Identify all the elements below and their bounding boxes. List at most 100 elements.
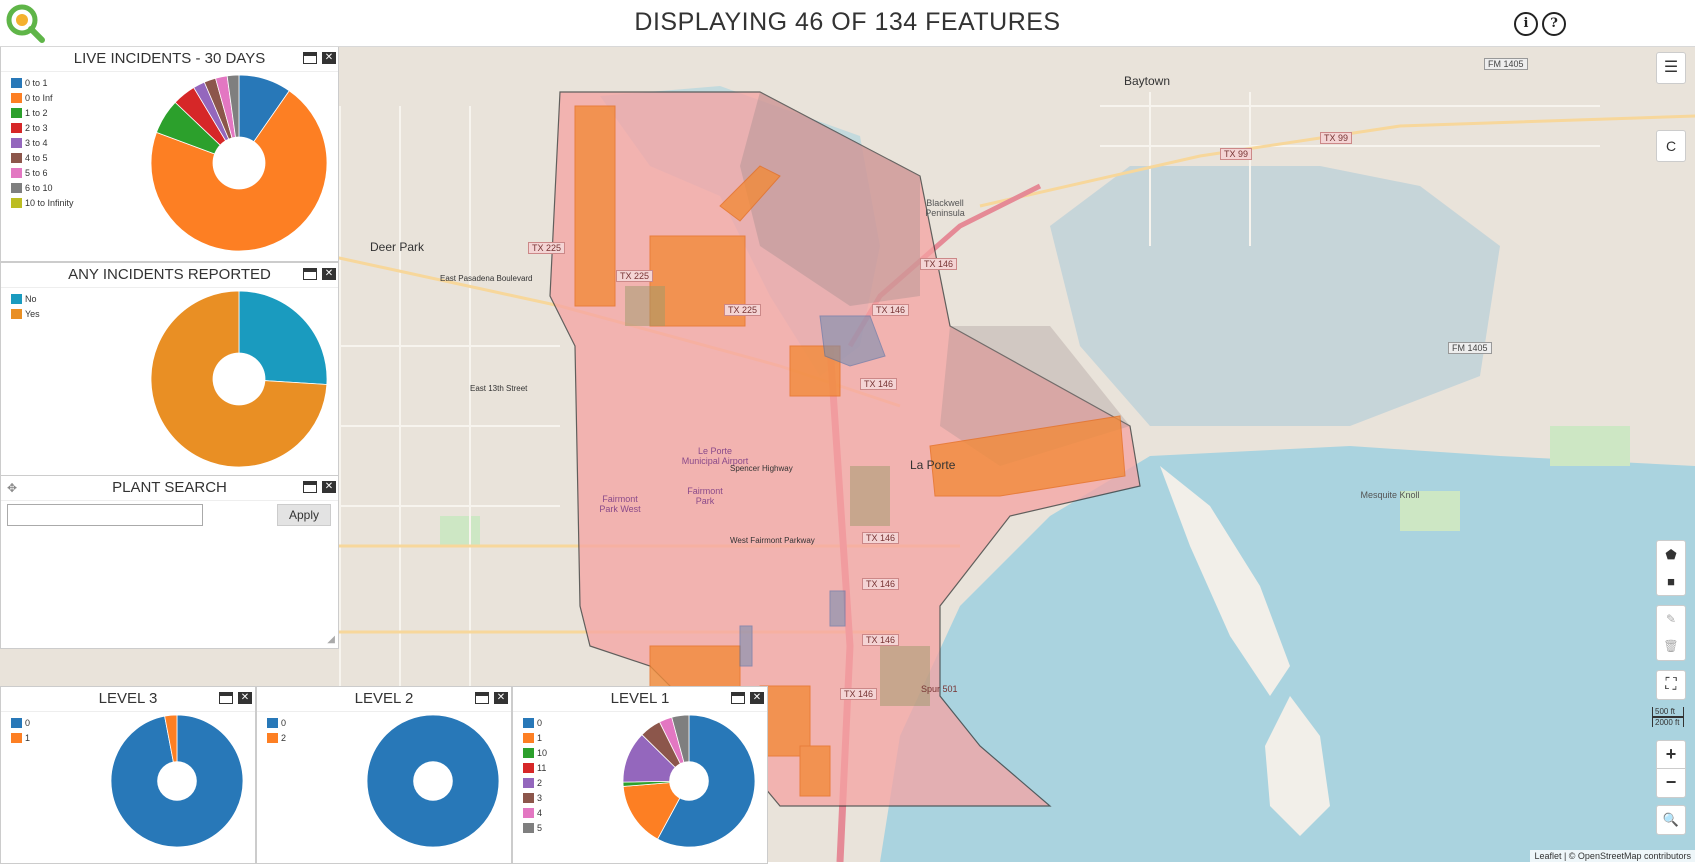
minimize-icon[interactable] xyxy=(303,481,317,493)
legend-item[interactable]: 4 xyxy=(523,805,547,820)
legend-label: 1 xyxy=(25,732,31,743)
panel-title: ANY INCIDENTS REPORTED xyxy=(68,266,271,283)
close-icon[interactable]: ✕ xyxy=(322,268,336,280)
minimize-icon[interactable] xyxy=(219,692,233,704)
zoom-control: + − xyxy=(1656,740,1686,798)
close-icon[interactable]: ✕ xyxy=(322,481,336,493)
legend-label: 0 xyxy=(537,717,543,728)
trash-icon[interactable]: 🗑 xyxy=(1657,633,1685,660)
legend-item[interactable]: 0 xyxy=(267,715,286,730)
legend-item[interactable]: 5 xyxy=(523,820,547,835)
road-label: TX 146 xyxy=(862,532,900,544)
legend-label: 3 to 4 xyxy=(25,137,48,148)
minimize-icon[interactable] xyxy=(731,692,745,704)
legend-item[interactable]: 1 to 2 xyxy=(11,105,74,120)
legend-item[interactable]: 11 xyxy=(523,760,547,775)
legend-item[interactable]: 0 xyxy=(11,715,30,730)
panel-header: LEVEL 1 ✕ xyxy=(513,687,767,712)
legend-item[interactable]: 2 xyxy=(267,730,286,745)
legend-swatch xyxy=(11,197,22,208)
panel-plant-search: ✥ PLANT SEARCH ✕ Apply ◢ xyxy=(0,475,339,649)
c-button[interactable]: C xyxy=(1656,130,1686,162)
edit-icon[interactable]: ✎ xyxy=(1657,606,1685,633)
pie-chart[interactable] xyxy=(149,289,329,469)
chart-legend: 01 xyxy=(11,715,30,745)
road-label: East Pasadena Boulevard xyxy=(440,274,533,283)
zoom-in-button[interactable]: + xyxy=(1657,741,1685,769)
panel-header: LIVE INCIDENTS - 30 DAYS ✕ xyxy=(1,47,338,72)
pie-hole xyxy=(669,761,709,801)
pie-chart[interactable] xyxy=(365,713,501,849)
rectangle-tool-icon[interactable]: ■ xyxy=(1657,568,1685,595)
legend-item[interactable]: No xyxy=(11,291,40,306)
close-icon[interactable]: ✕ xyxy=(322,52,336,64)
legend-swatch xyxy=(11,717,22,728)
minimize-icon[interactable] xyxy=(303,268,317,280)
header-bar: DISPLAYING 46 OF 134 FEATURES i ? xyxy=(0,0,1695,47)
minimize-icon[interactable] xyxy=(475,692,489,704)
apply-button[interactable]: Apply xyxy=(277,504,331,526)
legend-swatch xyxy=(523,822,534,833)
legend-swatch xyxy=(523,807,534,818)
map-attribution[interactable]: Leaflet | © OpenStreetMap contributors xyxy=(1530,850,1695,862)
plant-search-input[interactable] xyxy=(7,504,203,526)
panel-header: ✥ PLANT SEARCH ✕ xyxy=(1,476,338,501)
road-label: TX 225 xyxy=(616,270,654,282)
legend-item[interactable]: 6 to 10 xyxy=(11,180,74,195)
panel-level-2: LEVEL 2 ✕ 02 xyxy=(256,686,512,864)
legend-item[interactable]: 10 xyxy=(523,745,547,760)
legend-swatch xyxy=(11,107,22,118)
close-icon[interactable]: ✕ xyxy=(750,692,764,704)
pie-chart[interactable] xyxy=(621,713,757,849)
zoom-out-button[interactable]: − xyxy=(1657,769,1685,796)
legend-label: 5 to 6 xyxy=(25,167,48,178)
legend-swatch xyxy=(11,182,22,193)
resize-handle-icon[interactable]: ◢ xyxy=(327,634,335,645)
minimize-icon[interactable] xyxy=(303,52,317,64)
legend-label: 1 to 2 xyxy=(25,107,48,118)
legend-item[interactable]: 1 xyxy=(11,730,30,745)
legend-item[interactable]: 4 to 5 xyxy=(11,150,74,165)
close-icon[interactable]: ✕ xyxy=(494,692,508,704)
legend-label: 10 to Infinity xyxy=(25,197,74,208)
legend-swatch xyxy=(11,77,22,88)
scale-bottom: 2000 ft xyxy=(1652,717,1684,727)
legend-label: No xyxy=(25,293,37,304)
legend-item[interactable]: 0 to 1 xyxy=(11,75,74,90)
legend-label: 3 xyxy=(537,792,543,803)
legend-label: 1 xyxy=(537,732,543,743)
pie-chart[interactable] xyxy=(109,713,245,849)
legend-item[interactable]: 0 xyxy=(523,715,547,730)
legend-label: 4 xyxy=(537,807,543,818)
legend-item[interactable]: 3 xyxy=(523,790,547,805)
close-icon[interactable]: ✕ xyxy=(238,692,252,704)
legend-item[interactable]: 10 to Infinity xyxy=(11,195,74,210)
info-icon[interactable]: i xyxy=(1514,12,1538,36)
legend-label: 10 xyxy=(537,747,548,758)
road-label: TX 225 xyxy=(724,304,762,316)
legend-swatch xyxy=(523,747,534,758)
panel-live-incidents: LIVE INCIDENTS - 30 DAYS ✕ 0 to 1 0 to In… xyxy=(0,46,339,262)
pie-hole xyxy=(212,352,266,406)
legend-label: 0 to 1 xyxy=(25,77,48,88)
layers-menu-button[interactable]: ☰ xyxy=(1656,52,1686,84)
legend-swatch xyxy=(11,732,22,743)
polygon-tool-icon[interactable]: ⬟ xyxy=(1657,541,1685,568)
legend-item[interactable]: 2 xyxy=(523,775,547,790)
fullscreen-icon[interactable]: ⛶ xyxy=(1656,670,1686,700)
legend-item[interactable]: 0 to Inf xyxy=(11,90,74,105)
road-label: TX 225 xyxy=(528,242,566,254)
panel-level-3: LEVEL 3 ✕ 01 xyxy=(0,686,256,864)
legend-item[interactable]: 3 to 4 xyxy=(11,135,74,150)
legend-item[interactable]: Yes xyxy=(11,306,40,321)
legend-label: 5 xyxy=(537,822,543,833)
legend-label: 2 xyxy=(281,732,287,743)
road-label: TX 146 xyxy=(840,688,878,700)
draw-toolbar: ⬟ ■ xyxy=(1656,540,1686,596)
pie-chart[interactable] xyxy=(149,73,329,253)
legend-item[interactable]: 2 to 3 xyxy=(11,120,74,135)
legend-item[interactable]: 5 to 6 xyxy=(11,165,74,180)
help-icon[interactable]: ? xyxy=(1542,12,1566,36)
search-icon[interactable]: 🔍 xyxy=(1656,805,1686,835)
legend-item[interactable]: 1 xyxy=(523,730,547,745)
